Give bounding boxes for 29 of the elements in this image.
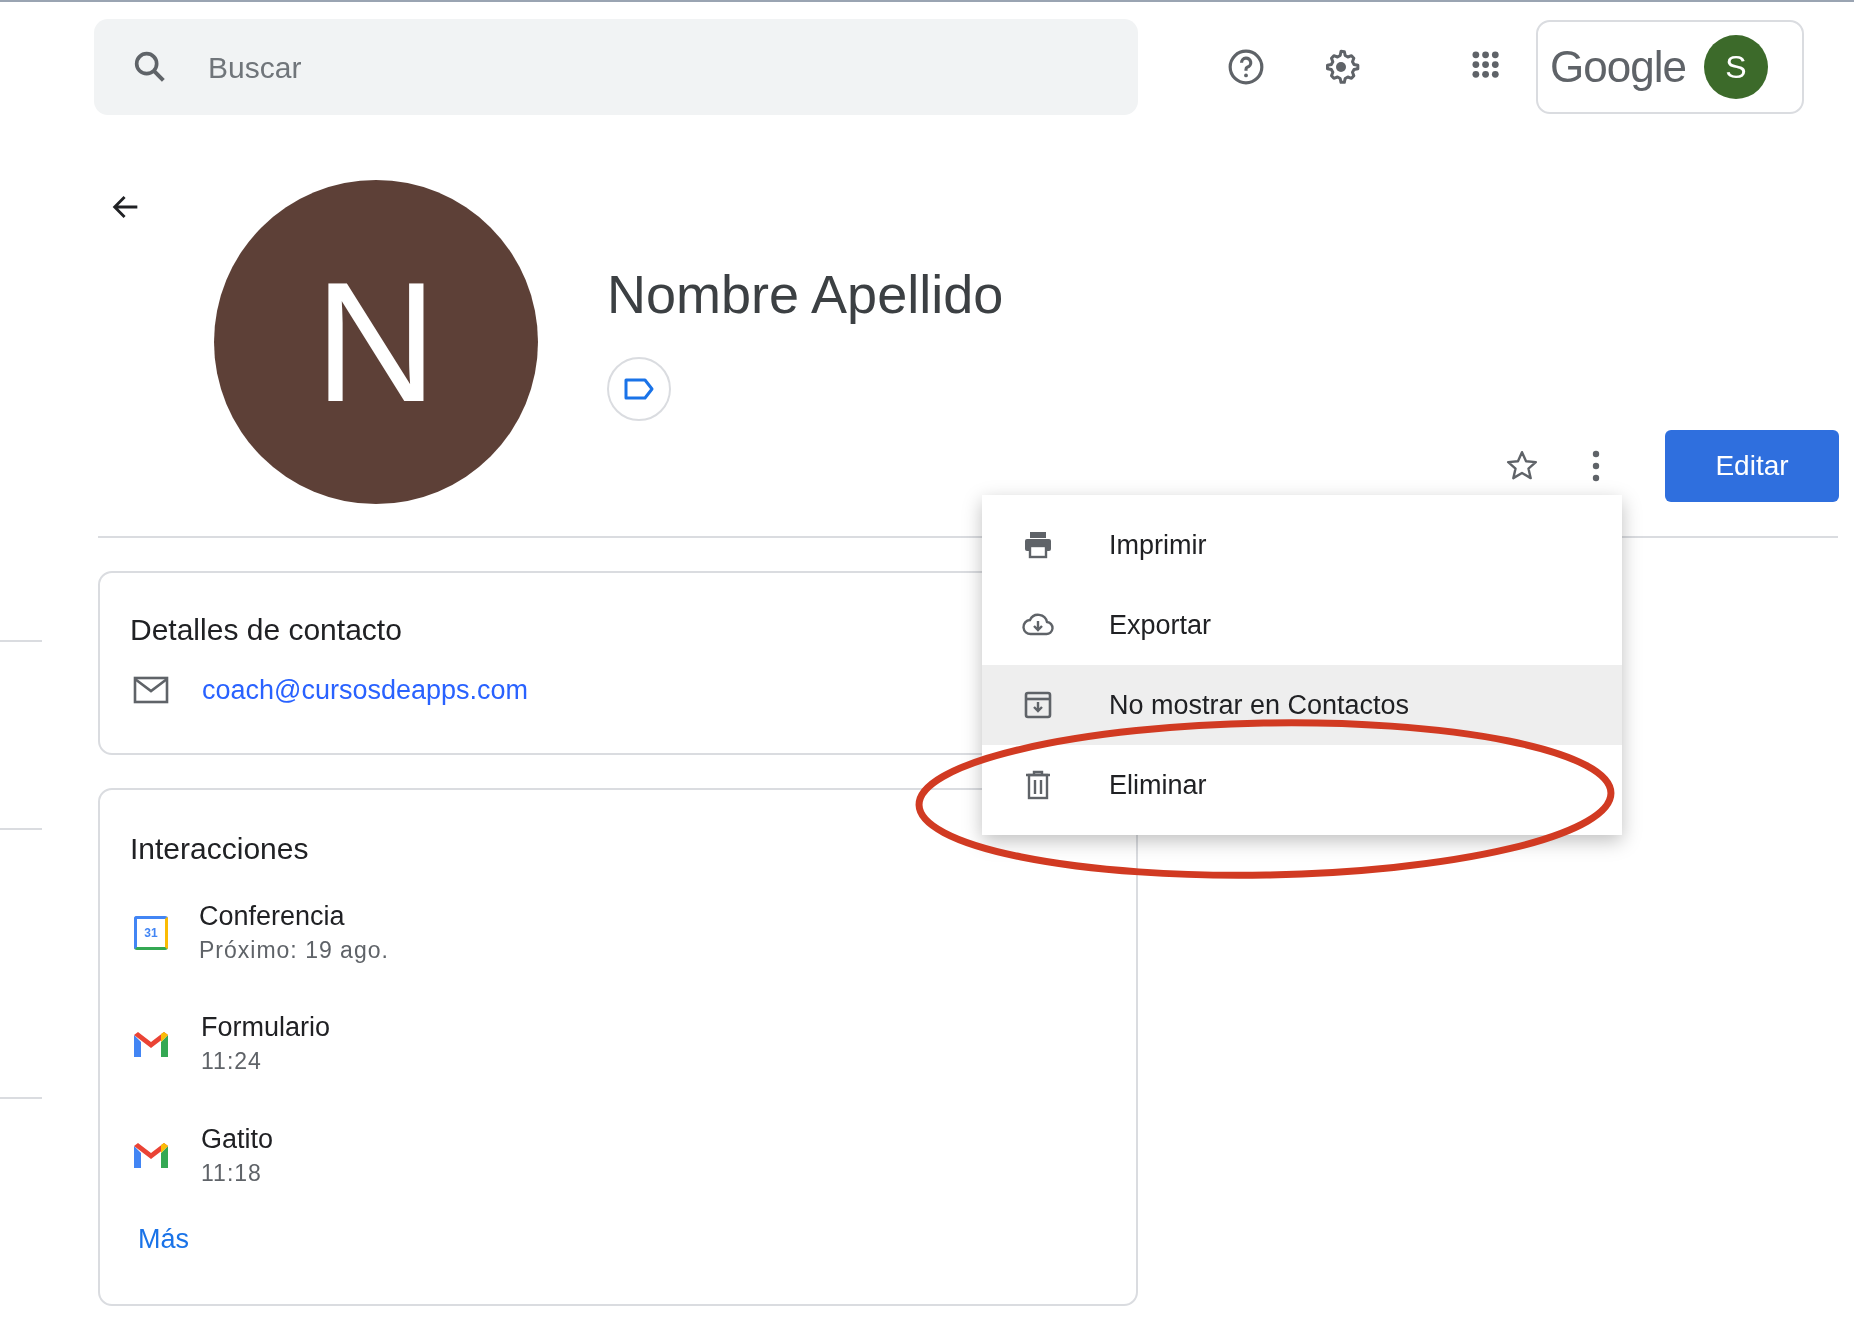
mail-icon [133,676,169,705]
interaction-subtitle: 11:24 [201,1047,263,1077]
edit-button[interactable]: Editar [1665,430,1839,502]
more-link[interactable]: Más [138,1218,189,1260]
mail-logo-icon [132,1140,170,1171]
interaction-title: Gatito [201,1122,274,1156]
account-button[interactable]: Google S [1536,20,1804,114]
google-logo: Google [1550,41,1686,93]
interaction-subtitle: 11:18 [201,1158,263,1188]
calendar-icon: 31 [134,915,168,950]
label-icon [623,376,655,401]
interaction-title: Conferencia [199,900,346,933]
interaction-subtitle: Próximo: 19 ago. [199,936,389,966]
menu-item[interactable]: No mostrar en Contactos [982,665,1622,745]
interaction-title: Formulario [201,1011,331,1045]
account-avatar: S [1703,35,1768,99]
menu-item[interactable]: Exportar [982,585,1622,665]
search-field[interactable]: Buscar [208,44,1008,90]
contact-name: Nombre Apellido [607,263,1004,326]
more-options-icon[interactable] [1591,449,1601,483]
card-title: Interacciones [130,831,309,867]
contact-avatar: N [214,180,538,504]
email-link[interactable]: coach@cursosdeapps.com [202,670,529,711]
help-icon[interactable] [1227,48,1265,86]
menu-item[interactable]: Imprimir [982,505,1622,585]
menu-item[interactable]: Eliminar [982,745,1622,825]
search-bar[interactable]: Buscar [94,19,1138,115]
label-button[interactable] [607,356,671,421]
card-title: Detalles de contacto [130,612,402,648]
